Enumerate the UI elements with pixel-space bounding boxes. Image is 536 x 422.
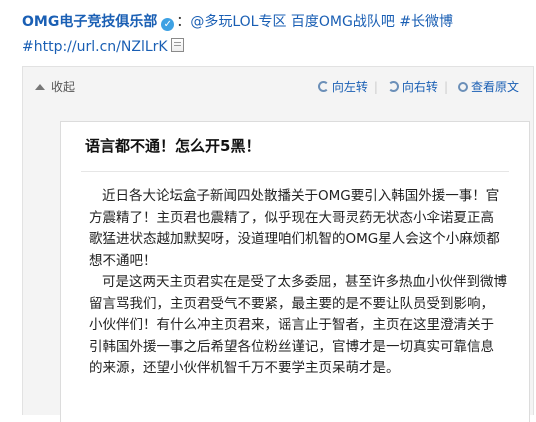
view-original-button[interactable]: 查看原文	[457, 80, 519, 94]
image-line: 小伙伴们！有什么冲主页君来，谣言止于智者，主页在这里澄清关于	[89, 317, 494, 333]
verified-badge-icon: ✓	[161, 18, 175, 31]
image-line: 可是这两天主页君实在是受了太多委屈，甚至许多热血小伙伴到微博	[102, 274, 507, 290]
image-line: 的来源，还望小伙伴机智千万不要学主页呆萌才是。	[89, 360, 400, 376]
image-line: 留言骂我们，主页君受气不要紧，最主要的是不要让队员受到影响，	[89, 295, 494, 312]
long-weibo-image[interactable]: 语言都不通！怎么开5黑！ 近日各大论坛盒子新闻四处散播关于OMG要引入韩国外援一…	[60, 121, 530, 422]
post-text-line-1: OMG电子竞技俱乐部 ✓ ：@多玩LOL专区 百度OMG战队吧 #长微博	[22, 12, 453, 32]
image-line: 歌猛进状态越加默契呀，没道理咱们机智的OMG星人会这个小麻烦都	[89, 231, 500, 247]
media-tools: 向左转 | 向右转 | 查看原文	[314, 78, 519, 95]
image-line: 引韩国外援一事之后希望各位粉丝谨记，官博才是一切真实可靠信息	[89, 338, 494, 355]
media-panel: 收起 向左转 | 向右转 | 查看原文 语言都不通！怎么开5黑！ 近日各大论坛盒子新闻四…	[22, 66, 534, 422]
image-line: 近日各大论坛盒子新闻四处散播关于OMG要引入韩国外援一事！官	[102, 188, 500, 204]
collapse-button[interactable]: 收起	[35, 78, 75, 95]
divider: |	[373, 80, 378, 94]
collapse-arrow-icon	[35, 84, 45, 90]
image-line: 想不通吧！	[89, 252, 157, 269]
mention-link[interactable]: @多玩LOL专区	[190, 14, 286, 30]
colon-text: ：	[176, 14, 191, 30]
image-title: 语言都不通！怎么开5黑！	[85, 137, 261, 155]
media-toolbar: 收起 向左转 | 向右转 | 查看原文	[23, 67, 533, 105]
image-divider	[81, 171, 509, 172]
rotate-left-icon	[317, 81, 329, 92]
image-body: 近日各大论坛盒子新闻四处散播关于OMG要引入韩国外援一事！官 方震精了！主页君也…	[89, 186, 524, 380]
short-url-link[interactable]: #http://url.cn/NZlLrK	[22, 39, 168, 55]
rotate-left-button[interactable]: 向左转	[317, 80, 368, 94]
post-text-line-2: #http://url.cn/NZlLrK	[22, 37, 184, 57]
rotate-right-button[interactable]: 向右转	[387, 80, 438, 94]
divider: |	[443, 80, 448, 94]
rotate-left-label: 向左转	[331, 80, 368, 94]
rotate-right-icon	[387, 81, 399, 92]
rotate-right-label: 向右转	[401, 80, 438, 94]
hashtag-link[interactable]: #长微博	[399, 14, 453, 30]
picture-icon	[170, 38, 184, 52]
image-line: 方震精了！主页君也震精了，似乎现在大哥灵药无状态小伞诺夏正高	[89, 209, 494, 226]
mention-link-2[interactable]: 百度OMG战队吧	[291, 14, 395, 30]
collapse-label: 收起	[51, 80, 76, 94]
view-original-label: 查看原文	[470, 80, 519, 94]
magnifier-icon	[457, 82, 468, 92]
author-name-link[interactable]: OMG电子竞技俱乐部	[22, 14, 157, 30]
